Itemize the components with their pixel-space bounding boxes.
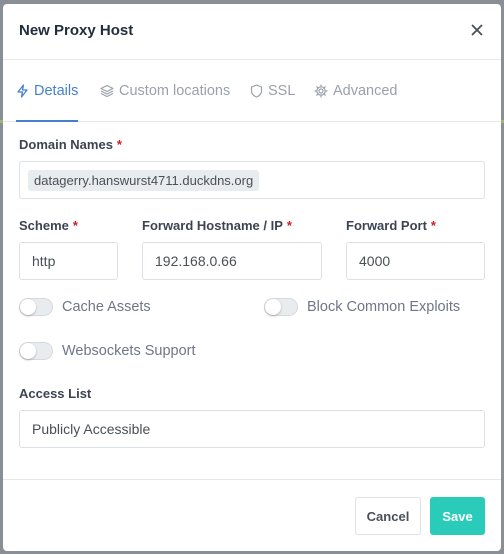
tab-bar: Details Custom locations SSL Advanced [3,60,501,122]
tab-ssl[interactable]: SSL [250,60,295,121]
scheme-select[interactable]: http [19,242,118,280]
access-list-label: Access List [19,386,92,401]
toggle-knob [265,299,281,315]
domain-names-label: Domain Names * [19,137,122,152]
modal-title: New Proxy Host [19,22,134,39]
required-marker: * [286,218,292,233]
toggle-knob [20,299,36,315]
domain-names-label-text: Domain Names [19,137,113,152]
scheme-label: Scheme * [19,218,78,233]
tab-advanced[interactable]: Advanced [314,60,398,121]
toggle-switch[interactable] [264,298,298,316]
modal-footer: Cancel Save [3,479,501,551]
cancel-button[interactable]: Cancel [355,497,421,535]
cache-assets-label: Cache Assets [62,299,151,315]
tab-advanced-label: Advanced [333,82,398,99]
forward-port-label: Forward Port * [346,218,436,233]
required-marker: * [72,218,78,233]
forward-port-label-text: Forward Port [346,218,427,233]
block-common-exploits-label: Block Common Exploits [307,299,461,315]
required-marker: * [116,137,122,152]
domain-chip[interactable]: datagerry.hanswurst4711.duckdns.org [28,169,260,191]
close-button[interactable] [467,20,487,40]
toggle-switch[interactable] [19,342,53,360]
websockets-support-label: Websockets Support [62,343,196,359]
forward-hostname-label: Forward Hostname / IP * [142,218,292,233]
tab-custom-locations[interactable]: Custom locations [100,60,230,121]
scheme-label-text: Scheme [19,218,69,233]
gear-icon [314,83,328,98]
bolt-icon [17,83,28,98]
required-marker: * [430,218,436,233]
layers-icon [100,84,114,97]
close-icon [471,24,483,36]
block-common-exploits-toggle[interactable]: Block Common Exploits [264,298,460,316]
access-list-select[interactable]: Publicly Accessible [19,410,485,448]
tab-custom-locations-label: Custom locations [119,82,231,99]
domain-names-input[interactable]: datagerry.hanswurst4711.duckdns.org [19,161,485,199]
new-proxy-host-dialog: New Proxy Host Details Custom locations [3,4,501,551]
tab-ssl-label: SSL [268,82,296,99]
toggle-switch[interactable] [19,298,53,316]
websockets-support-toggle[interactable]: Websockets Support [19,342,196,360]
toggle-knob [20,343,36,359]
forward-hostname-input[interactable]: 192.168.0.66 [142,242,322,280]
shield-icon [250,83,263,98]
tab-details-label: Details [34,82,79,99]
cache-assets-toggle[interactable]: Cache Assets [19,298,151,316]
tab-details[interactable]: Details [16,60,79,122]
forward-port-input[interactable]: 4000 [346,242,485,280]
modal-header: New Proxy Host [3,4,501,60]
forward-hostname-label-text: Forward Hostname / IP [142,218,283,233]
save-button[interactable]: Save [430,497,485,535]
